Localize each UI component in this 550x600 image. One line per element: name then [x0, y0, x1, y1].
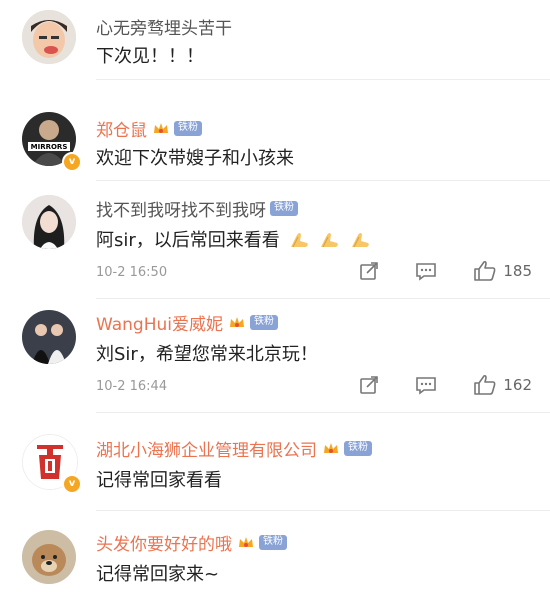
- comment-text: 阿sir，以后常回来看看: [96, 226, 372, 252]
- share-button[interactable]: [359, 375, 379, 395]
- timestamp: 10-2 16:44: [96, 379, 168, 394]
- reply-button[interactable]: [415, 375, 437, 395]
- like-button[interactable]: 185: [473, 260, 532, 282]
- timestamp: 10-2 16:50: [96, 265, 168, 280]
- comment-text: 刘Sir，希望您常来北京玩！: [96, 344, 318, 365]
- pray-emoji-icon: [321, 233, 339, 248]
- username[interactable]: 郑仓鼠: [96, 116, 147, 141]
- username[interactable]: WangHui爱威妮: [96, 310, 223, 335]
- username[interactable]: 找不到我呀找不到我呀: [96, 196, 266, 221]
- comment-icon: [416, 377, 437, 395]
- crown-icon: [230, 316, 244, 327]
- divider: [96, 180, 550, 181]
- pray-emoji-icon: [351, 233, 369, 248]
- comment-text: 记得常回家来~: [96, 564, 220, 585]
- divider: [96, 79, 550, 80]
- comment-text: 下次见！！！: [96, 46, 204, 67]
- reply-button[interactable]: [415, 261, 437, 281]
- fan-badge: 铁粉: [174, 121, 202, 136]
- fan-badge: 铁粉: [270, 201, 298, 216]
- fan-badge: 铁粉: [344, 441, 372, 456]
- crown-icon: [324, 442, 338, 453]
- username[interactable]: 头发你要好好的哦: [96, 530, 232, 555]
- share-button[interactable]: [359, 261, 379, 281]
- comment-icon: [416, 263, 437, 281]
- pray-emoji-icon: [290, 233, 308, 248]
- avatar[interactable]: [22, 10, 76, 64]
- share-icon: [360, 376, 379, 394]
- avatar[interactable]: [22, 310, 76, 364]
- username[interactable]: 湖北小海狮企业管理有限公司: [96, 436, 317, 461]
- like-button[interactable]: 162: [473, 374, 532, 396]
- comment-text-body: 阿sir，以后常回来看看: [96, 230, 280, 251]
- avatar[interactable]: [22, 530, 76, 584]
- like-count: 185: [503, 262, 532, 280]
- username[interactable]: 心无旁骛埋头苦干: [96, 14, 232, 39]
- verified-icon: v: [62, 152, 82, 172]
- divider: [96, 298, 550, 299]
- divider: [96, 412, 550, 413]
- comment-text: 欢迎下次带嫂子和小孩来: [96, 148, 294, 169]
- like-count: 162: [503, 376, 532, 394]
- avatar-caption: MIRRORS: [31, 143, 68, 151]
- share-icon: [360, 262, 379, 280]
- avatar[interactable]: [22, 195, 76, 249]
- like-icon: [474, 374, 496, 395]
- fan-badge: 铁粉: [250, 315, 278, 330]
- crown-icon: [154, 122, 168, 133]
- divider: [96, 510, 550, 511]
- fan-badge: 铁粉: [259, 535, 287, 550]
- comment-text: 记得常回家看看: [96, 470, 222, 491]
- like-icon: [474, 260, 496, 281]
- verified-icon: v: [62, 474, 82, 494]
- crown-icon: [239, 536, 253, 547]
